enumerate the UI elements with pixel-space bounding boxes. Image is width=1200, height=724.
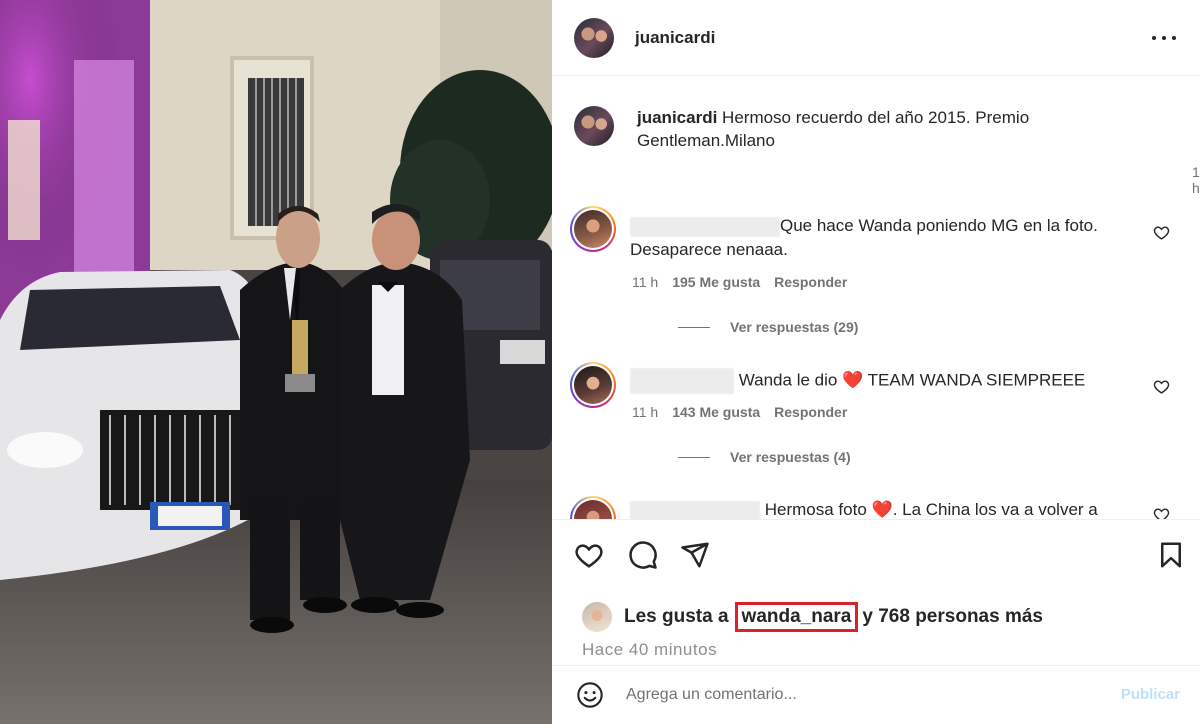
red-heart-emoji: ❤️ (842, 370, 864, 390)
comment-item: Que hace Wanda poniendo MG en la foto. D… (570, 206, 1180, 335)
likes-prefix: Les gusta a (624, 606, 729, 627)
reply-button[interactable]: Responder (774, 404, 847, 420)
photo-illustration (0, 0, 552, 724)
post-timestamp: Hace 40 minutos (582, 640, 718, 659)
view-replies-button[interactable]: Ver respuestas (29) (678, 319, 858, 335)
post-photo[interactable] (0, 0, 552, 724)
comment-text: Wanda le dio ❤️ TEAM WANDA SIEMPREEE (630, 368, 1085, 394)
caption-text-line1: Hermoso recuerdo del año 2015. Premio (722, 108, 1030, 127)
emoji-smile-icon[interactable] (576, 681, 604, 709)
commenter-avatar[interactable] (570, 362, 616, 408)
blurred-username[interactable] (630, 216, 780, 237)
highlighted-liker-username[interactable]: wanda_nara (734, 602, 859, 632)
comment-meta: 11 h 143 Me gusta Responder (632, 404, 847, 420)
likes-summary: Les gusta a wanda_nara y 768 personas má… (582, 602, 1043, 632)
red-heart-emoji: ❤️ (871, 500, 893, 519)
post-header: juanicardi (552, 0, 1200, 76)
comment-meta: 11 h 195 Me gusta Responder (632, 274, 847, 290)
caption-text-line2: Gentleman.Milano (637, 131, 775, 150)
comments-list[interactable]: juanicardi Hermoso recuerdo del año 2015… (552, 76, 1200, 519)
heart-icon[interactable] (1153, 224, 1170, 241)
comment-item: Hermosa foto ❤️. La China los va a volve… (570, 496, 1180, 519)
heart-icon[interactable] (574, 540, 604, 570)
commenter-avatar[interactable] (570, 496, 616, 519)
comment-text: Hermosa foto ❤️. La China los va a volve… (630, 498, 1098, 519)
comment-input[interactable] (626, 682, 1096, 708)
instagram-post-view: juanicardi juanicardi Hermoso recuerdo d… (0, 0, 1200, 724)
post-caption: juanicardi Hermoso recuerdo del año 2015… (574, 106, 1174, 152)
comment-time: 11 h (632, 274, 659, 290)
comment-text-line2: Desaparece nenaaa. (630, 240, 788, 259)
author-avatar[interactable] (574, 17, 614, 58)
comment-time: 11 h (632, 404, 659, 420)
bookmark-icon[interactable] (1156, 540, 1186, 570)
more-horizontal-icon[interactable] (1152, 28, 1176, 48)
heart-icon[interactable] (1153, 378, 1170, 395)
comment-text: Que hace Wanda poniendo MG en la foto. (630, 214, 1098, 238)
blurred-username[interactable] (630, 500, 760, 519)
add-comment-bar: Publicar (552, 665, 1200, 724)
caption-author-avatar[interactable] (574, 106, 614, 146)
publish-button[interactable]: Publicar (1121, 686, 1180, 703)
caption-timestamp: 12 h (1192, 164, 1200, 196)
comment-likes[interactable]: 195 Me gusta (672, 274, 760, 290)
comment-likes[interactable]: 143 Me gusta (672, 404, 760, 420)
view-replies-button[interactable]: Ver respuestas (4) (678, 449, 851, 465)
comment-item: Wanda le dio ❤️ TEAM WANDA SIEMPREEE 11 … (570, 362, 1180, 482)
heart-icon[interactable] (1153, 506, 1170, 519)
likes-count[interactable]: y 768 personas más (862, 606, 1043, 628)
caption-body: juanicardi Hermoso recuerdo del año 2015… (637, 106, 1029, 152)
post-side-panel: juanicardi juanicardi Hermoso recuerdo d… (552, 0, 1200, 724)
commenter-avatar[interactable] (570, 206, 616, 252)
author-username[interactable]: juanicardi (635, 28, 715, 48)
send-icon[interactable] (680, 540, 710, 570)
post-actions: Les gusta a wanda_nara y 768 personas má… (552, 519, 1200, 724)
caption-username[interactable]: juanicardi (637, 108, 717, 127)
blurred-username[interactable] (630, 368, 734, 394)
comment-icon[interactable] (628, 540, 658, 570)
reply-button[interactable]: Responder (774, 274, 847, 290)
liker-avatar[interactable] (582, 602, 612, 632)
